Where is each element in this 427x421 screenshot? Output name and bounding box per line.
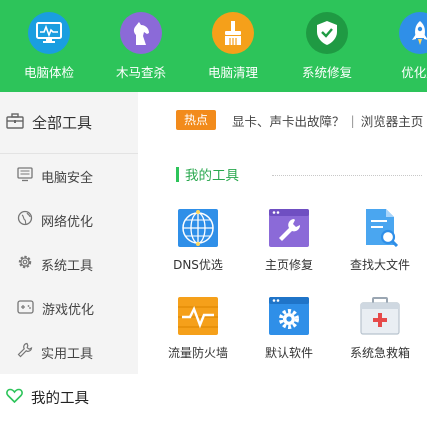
notice-link-browser-homepage[interactable]: 浏览器主页 xyxy=(361,111,424,130)
tool-label: 流量防火墙 xyxy=(167,346,228,360)
horse-icon xyxy=(120,12,162,54)
top-nav-label: 电脑体检 xyxy=(23,65,74,80)
main-panel: 热点 显卡、声卡出故障？ | 浏览器主页 我的工具 DNS优选 主页修复 查找大… xyxy=(138,92,427,421)
notice-link-sound-card[interactable]: 显卡、声卡出故障？ xyxy=(232,111,345,130)
top-nav-system-repair[interactable]: 系统修复 xyxy=(282,12,372,81)
sidebar-header-all-tools[interactable]: 全部工具 xyxy=(0,92,138,154)
traffic-firewall-icon xyxy=(178,297,218,335)
wrench-icon xyxy=(17,342,33,362)
tool-find-large-files[interactable]: 查找大文件 xyxy=(344,209,416,273)
top-nav-pc-cleanup[interactable]: 电脑清理 xyxy=(188,12,278,81)
sidebar: 全部工具 电脑安全 网络优化 系统工具 游戏优化 实用工具 我的工具 xyxy=(0,92,138,421)
top-nav-trojan-scan[interactable]: 木马查杀 xyxy=(96,12,186,81)
shield-icon xyxy=(306,12,348,54)
hot-badge: 热点 xyxy=(176,110,217,130)
hot-notice-bar: 热点 显卡、声卡出故障？ | 浏览器主页 xyxy=(176,109,423,131)
globe-icon xyxy=(17,210,33,230)
sidebar-item-label: 电脑安全 xyxy=(41,170,94,186)
sidebar-item-label: 网络优化 xyxy=(41,214,94,230)
sidebar-item-game-optimize[interactable]: 游戏优化 xyxy=(0,286,138,330)
monitor-icon xyxy=(17,166,33,186)
default-software-gear-icon xyxy=(269,297,309,335)
sidebar-item-my-tools[interactable]: 我的工具 xyxy=(0,374,138,421)
top-nav-label: 木马查杀 xyxy=(115,65,166,80)
sidebar-item-label: 我的工具 xyxy=(31,391,89,407)
sidebar-item-label: 实用工具 xyxy=(41,346,94,362)
tool-default-software[interactable]: 默认软件 xyxy=(253,297,325,361)
sidebar-item-utilities[interactable]: 实用工具 xyxy=(0,330,138,374)
tool-homepage-repair[interactable]: 主页修复 xyxy=(253,209,325,273)
tool-label: 主页修复 xyxy=(264,258,313,272)
broom-icon xyxy=(212,12,254,54)
tool-label: 查找大文件 xyxy=(349,258,410,272)
heart-icon xyxy=(6,388,23,407)
top-nav-label: 系统修复 xyxy=(301,65,352,80)
monitor-check-icon xyxy=(28,12,70,54)
gamepad-icon xyxy=(17,299,34,318)
tool-label: DNS优选 xyxy=(173,258,223,272)
sidebar-header-label: 全部工具 xyxy=(32,114,93,132)
tool-label: 默认软件 xyxy=(264,346,313,360)
top-nav-label: 优化加 xyxy=(401,65,427,80)
notice-separator: | xyxy=(350,112,355,128)
sidebar-item-pc-security[interactable]: 电脑安全 xyxy=(0,154,138,198)
wrench-window-icon xyxy=(269,209,309,247)
sidebar-item-network-optimize[interactable]: 网络优化 xyxy=(0,198,138,242)
tool-dns-optimize[interactable]: DNS优选 xyxy=(162,209,234,273)
sidebar-item-label: 系统工具 xyxy=(41,258,94,274)
gear-icon xyxy=(17,254,33,274)
top-nav-label: 电脑清理 xyxy=(207,65,258,80)
tool-traffic-firewall[interactable]: 流量防火墙 xyxy=(162,297,234,361)
file-search-icon xyxy=(360,209,400,248)
section-title-label: 我的工具 xyxy=(185,168,239,184)
tool-label: 系统急救箱 xyxy=(349,346,410,360)
sidebar-item-label: 游戏优化 xyxy=(42,302,95,318)
sidebar-item-system-tools[interactable]: 系统工具 xyxy=(0,242,138,286)
tool-system-first-aid[interactable]: 系统急救箱 xyxy=(344,297,416,361)
top-toolbar: 电脑体检 木马查杀 电脑清理 系统修复 优化 xyxy=(0,0,427,92)
rocket-icon xyxy=(399,12,427,54)
top-nav-pc-checkup[interactable]: 电脑体检 xyxy=(4,12,94,81)
top-nav-optimize-speedup[interactable]: 优化加 xyxy=(375,12,427,81)
first-aid-kit-icon xyxy=(360,297,400,335)
section-divider xyxy=(272,175,422,176)
dns-globe-icon xyxy=(178,209,218,247)
section-title-my-tools: 我的工具 xyxy=(176,164,239,184)
toolbox-icon xyxy=(6,112,24,133)
section-accent-bar xyxy=(176,166,179,182)
